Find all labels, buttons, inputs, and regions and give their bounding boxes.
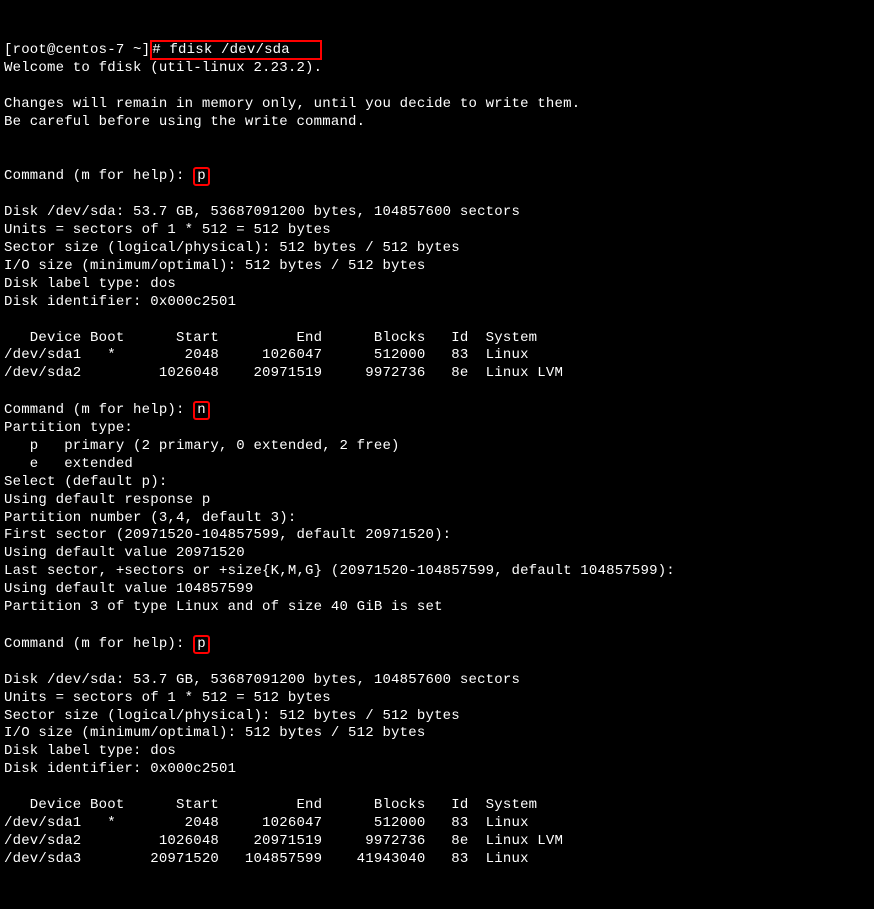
fdisk-prompt-label: Command (m for help):: [4, 168, 193, 184]
fdisk-prompt-label: Command (m for help):: [4, 402, 193, 418]
disk-info-line: Disk identifier: 0x000c2501: [4, 294, 236, 310]
fdisk-input-n[interactable]: n: [197, 402, 206, 418]
prompt-hash: #: [152, 42, 161, 58]
fdisk-notice-line2: Be careful before using the write comman…: [4, 114, 365, 130]
partition-default-line: Using default response p: [4, 492, 210, 508]
first-sector-line: First sector (20971520-104857599, defaul…: [4, 527, 451, 543]
partition-table-header: Device Boot Start End Blocks Id System: [4, 797, 537, 813]
last-sector-line: Last sector, +sectors or +size{K,M,G} (2…: [4, 563, 675, 579]
fdisk-input-p2[interactable]: p: [197, 636, 206, 652]
disk-info-line: I/O size (minimum/optimal): 512 bytes / …: [4, 725, 425, 741]
fdisk-input-highlight: p: [193, 167, 210, 186]
fdisk-notice-line1: Changes will remain in memory only, unti…: [4, 96, 580, 112]
disk-info-line: Sector size (logical/physical): 512 byte…: [4, 708, 460, 724]
partition-select-line: Select (default p):: [4, 474, 167, 490]
partition-row: /dev/sda2 1026048 20971519 9972736 8e Li…: [4, 833, 563, 849]
partition-row: /dev/sda1 * 2048 1026047 512000 83 Linux: [4, 815, 529, 831]
disk-info-line: I/O size (minimum/optimal): 512 bytes / …: [4, 258, 425, 274]
partition-created-line: Partition 3 of type Linux and of size 40…: [4, 599, 443, 615]
fdisk-welcome: Welcome to fdisk (util-linux 2.23.2).: [4, 60, 322, 76]
partition-row: /dev/sda3 20971520 104857599 41943040 83…: [4, 851, 529, 867]
fdisk-input-p1[interactable]: p: [197, 168, 206, 184]
partition-row: /dev/sda2 1026048 20971519 9972736 8e Li…: [4, 365, 563, 381]
fdisk-input-highlight: n: [193, 401, 210, 420]
disk-info-line: Disk label type: dos: [4, 743, 176, 759]
disk-info-line: Units = sectors of 1 * 512 = 512 bytes: [4, 690, 331, 706]
disk-info-line: Units = sectors of 1 * 512 = 512 bytes: [4, 222, 331, 238]
partition-type-line: Partition type:: [4, 420, 133, 436]
fdisk-input-highlight: p: [193, 635, 210, 654]
partition-table-header: Device Boot Start End Blocks Id System: [4, 330, 537, 346]
partition-number-line: Partition number (3,4, default 3):: [4, 510, 296, 526]
disk-info-line: Disk /dev/sda: 53.7 GB, 53687091200 byte…: [4, 204, 520, 220]
disk-info-line: Disk label type: dos: [4, 276, 176, 292]
disk-info-line: Sector size (logical/physical): 512 byte…: [4, 240, 460, 256]
partition-row: /dev/sda1 * 2048 1026047 512000 83 Linux: [4, 347, 529, 363]
fdisk-prompt-label: Command (m for help):: [4, 636, 193, 652]
disk-info-line: Disk identifier: 0x000c2501: [4, 761, 236, 777]
default-value-line: Using default value 104857599: [4, 581, 253, 597]
partition-type-line: p primary (2 primary, 0 extended, 2 free…: [4, 438, 400, 454]
shell-command-highlight: # fdisk /dev/sda: [150, 40, 321, 60]
disk-info-line: Disk /dev/sda: 53.7 GB, 53687091200 byte…: [4, 672, 520, 688]
default-value-line: Using default value 20971520: [4, 545, 245, 561]
shell-prompt: [root@centos-7 ~]: [4, 42, 150, 58]
shell-command: fdisk /dev/sda: [169, 42, 289, 58]
partition-type-line: e extended: [4, 456, 133, 472]
